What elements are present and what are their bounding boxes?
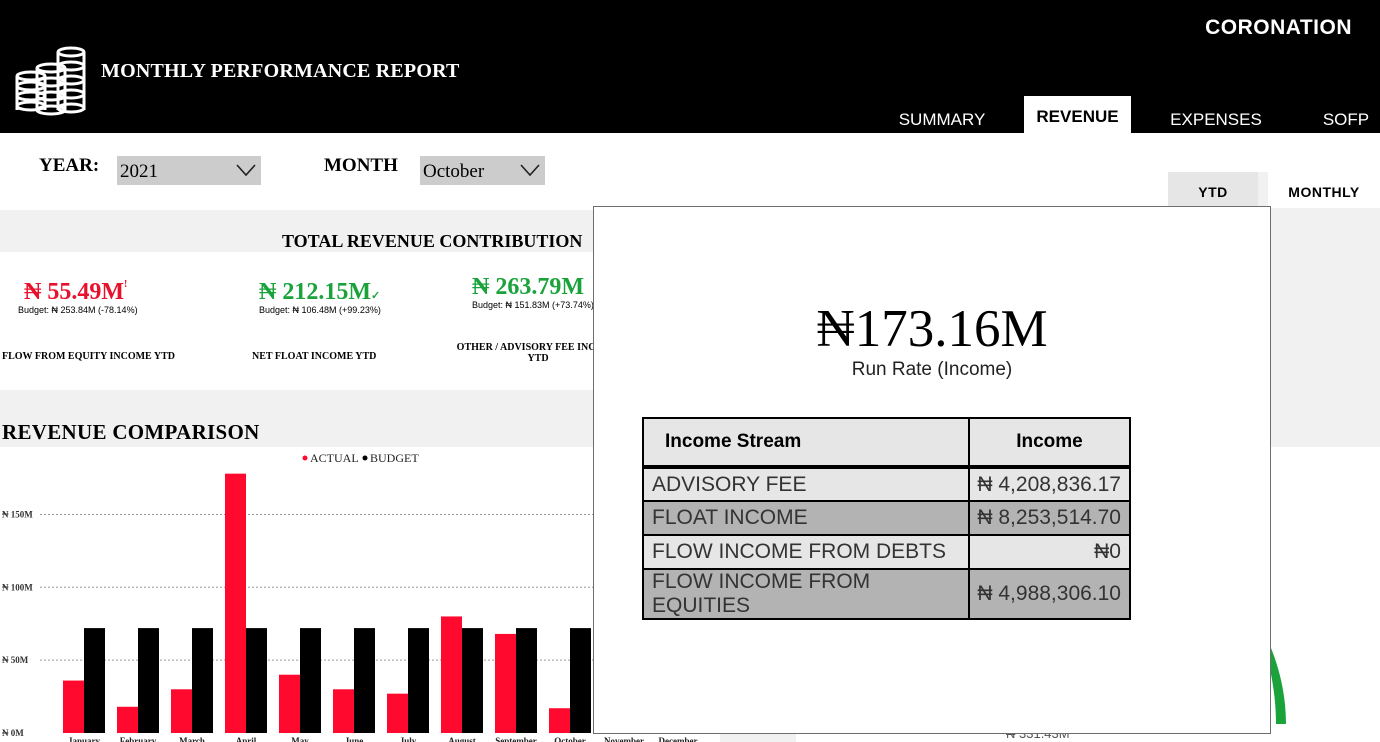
tab-expenses[interactable]: EXPENSES [1168,96,1264,133]
income-stream-cell: FLOAT INCOME [642,500,970,536]
x-tick-label: June [345,736,364,742]
x-tick-label: July [400,736,417,742]
legend-dot [302,455,308,461]
kpi-equity-budget: Budget: ₦ 253.84M (-78.14%) [18,305,138,315]
kpi-advisory-value: ₦ 263.79M [472,274,584,300]
income-stream-cell: ADVISORY FEE [642,465,970,502]
brand-logo: CORONATION [1205,16,1352,39]
x-tick-label: August [448,736,476,742]
table-row: FLOW INCOME FROM EQUITIES ₦ 4,988,306.10 [642,568,1131,620]
bar-budget [246,628,267,733]
chevron-down-icon [236,164,256,177]
run-rate-tooltip: ₦173.16M Run Rate (Income) Income Stream… [593,206,1271,734]
x-tick-label: February [120,736,157,742]
bar-actual [495,633,516,733]
x-tick-label: October [554,736,586,742]
bar-actual [441,616,462,733]
kpi-section-title: TOTAL REVENUE CONTRIBUTION [282,231,583,251]
x-tick-label: May [291,736,309,742]
comparison-title: REVENUE COMPARISON [2,420,260,444]
income-value-cell: ₦ 8,253,514.70 [968,500,1131,536]
income-stream-table: Income Stream Income ADVISORY FEE ₦ 4,20… [642,417,1131,620]
bar-actual [63,680,84,733]
income-value-cell: ₦ 4,988,306.10 [968,568,1131,620]
income-stream-cell: FLOW INCOME FROM DEBTS [642,534,970,570]
month-dropdown[interactable]: October [420,156,545,185]
run-rate-label: Run Rate (Income) [851,359,1013,380]
monthly-toggle-button[interactable]: MONTHLY [1268,172,1380,208]
tab-summary[interactable]: SUMMARY [892,96,992,133]
warning-icon: ! [123,279,128,290]
kpi-equity-value: ₦ 55.49M! [24,279,127,306]
y-tick-label: ₦ 0M [2,728,24,738]
ytd-toggle-button[interactable]: YTD [1168,172,1258,208]
column-header-income-stream: Income Stream [642,417,970,468]
bar-actual [387,693,408,733]
coins-icon [15,46,86,116]
kpi-float-label: NET FLOAT INCOME YTD [252,351,377,362]
bar-budget [516,628,537,733]
month-filter-label: MONTH [324,155,398,176]
table-row: FLOW INCOME FROM DEBTS ₦0 [642,534,1131,570]
bar-budget [84,628,105,733]
income-value-cell: ₦0 [968,534,1131,570]
x-tick-label: April [236,736,257,742]
chart-scrollbar[interactable] [720,734,796,742]
page-title: MONTHLY PERFORMANCE REPORT [101,60,460,82]
bar-budget [138,628,159,733]
table-row: FLOAT INCOME ₦ 8,253,514.70 [642,500,1131,536]
year-filter-label: YEAR: [39,155,100,176]
chevron-down-icon [520,164,540,177]
x-tick-label: January [68,736,101,742]
y-tick-label: ₦ 100M [2,582,33,592]
tab-revenue[interactable]: REVENUE [1024,96,1131,133]
kpi-advisory-budget: Budget: ₦ 151.83M (+73.74%) [472,300,594,310]
chart-bars [63,473,591,733]
kpi-value-text: ₦ 212.15M [259,279,371,305]
chart-legend: ACTUAL BUDGET [302,451,419,465]
x-tick-label: September [495,736,537,742]
table-header-row: Income Stream Income [642,417,1131,468]
bar-budget [462,628,483,733]
report-header: MONTHLY PERFORMANCE REPORT CORONATION SU… [0,0,1380,133]
x-tick-label: November [604,736,644,742]
tab-sofp[interactable]: SOFP [1318,96,1374,133]
legend-label: BUDGET [370,451,419,465]
month-dropdown-value: October [423,161,485,182]
check-icon: ✓ [370,290,381,302]
run-rate-value: ₦173.16M [816,300,1048,358]
kpi-value-text: ₦ 55.49M [24,279,124,305]
legend-label: ACTUAL [310,451,359,465]
kpi-float-budget: Budget: ₦ 106.48M (+99.23%) [259,305,381,315]
chart-x-axis: January February March April May June July Augu… [68,736,698,742]
bar-budget [354,628,375,733]
chart-y-axis: ₦ 0M ₦ 50M ₦ 100M ₦ 150M [2,509,33,738]
year-dropdown[interactable]: 2021 [117,156,261,185]
bar-actual [225,473,246,733]
year-dropdown-value: 2021 [120,161,158,182]
bar-budget [570,628,591,733]
bar-budget [408,628,429,733]
income-stream-cell: FLOW INCOME FROM EQUITIES [642,568,970,620]
x-tick-label: December [659,736,698,742]
kpi-float-value: ₦ 212.15M✓ [259,279,380,306]
income-value-cell: ₦ 4,208,836.17 [968,465,1131,502]
bar-budget [192,628,213,733]
bar-actual [117,706,138,733]
kpi-equity-label: FLOW FROM EQUITY INCOME YTD [2,351,175,362]
bar-actual [279,674,300,733]
bar-actual [549,708,570,733]
bar-actual [333,689,354,733]
bar-actual [171,689,192,733]
y-tick-label: ₦ 150M [2,509,33,519]
legend-dot [362,455,368,461]
x-tick-label: March [179,736,205,742]
column-header-income: Income [968,417,1131,468]
table-row: ADVISORY FEE ₦ 4,208,836.17 [642,465,1131,502]
bar-budget [300,628,321,733]
y-tick-label: ₦ 50M [2,655,29,665]
